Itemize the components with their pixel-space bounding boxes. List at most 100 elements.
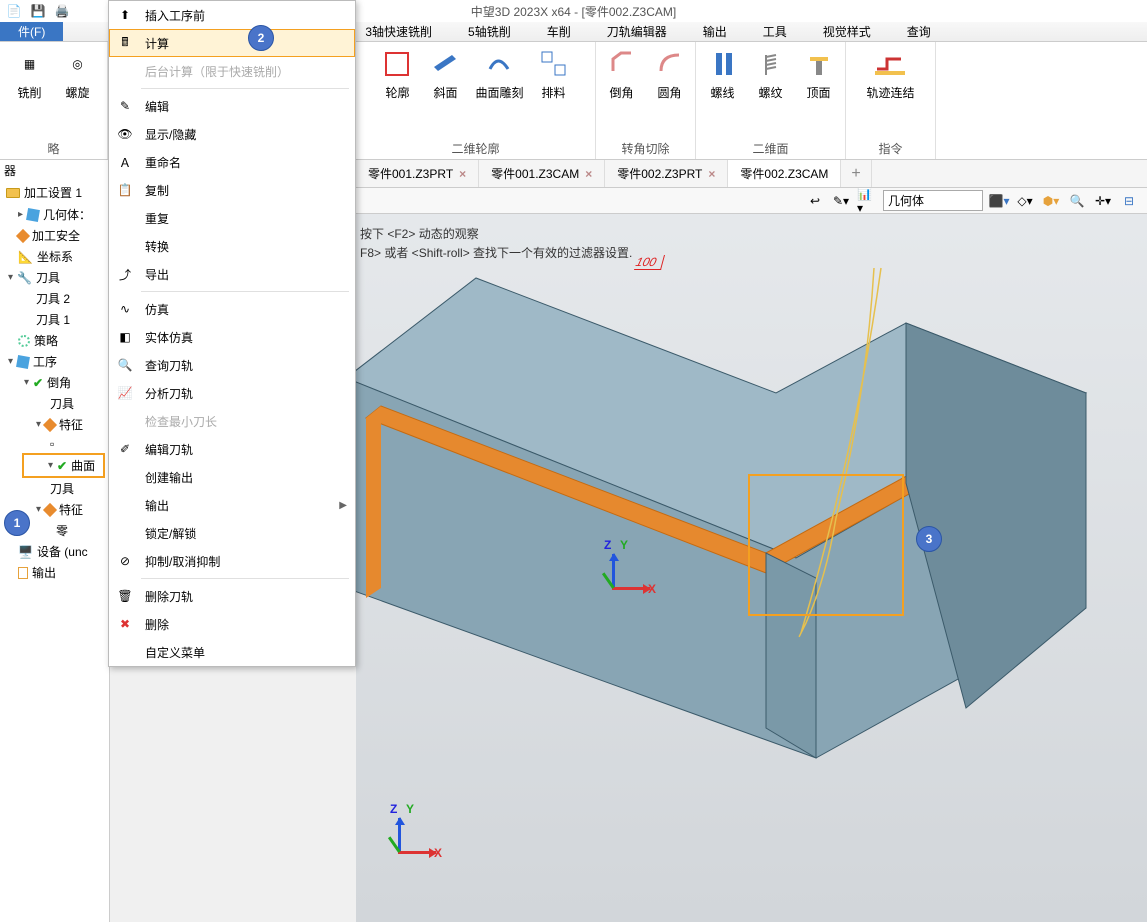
tool-slope[interactable]: 斜面 [427,46,463,101]
ctx-label: 复制 [145,182,169,199]
tool-chamfer[interactable]: 倒角 [604,46,640,101]
filter-select[interactable]: 几何体 [883,190,983,211]
doc-tab-active[interactable]: 零件002.Z3CAM [728,160,841,187]
ctx-输出[interactable]: 输出▶ [109,491,355,519]
ctx-插入工序前[interactable]: ⬆插入工序前 [109,1,355,29]
ctx-显示/隐藏[interactable]: 👁显示/隐藏 [109,120,355,148]
context-menu: ⬆插入工序前🖩计算后台计算（限于快速铣削） ✎编辑👁显示/隐藏Ａ重命名 📋 复制重复转… [108,0,356,667]
ctx-编辑刀轨[interactable]: ✐编辑刀轨 [109,435,355,463]
menu-5axis[interactable]: 5轴铣削 [450,22,529,41]
edit-icon: ✎ [115,96,135,116]
qat-save-icon[interactable]: 💾 [28,1,48,21]
ctx-计算[interactable]: 🖩计算 [109,29,355,57]
cube-icon [16,355,30,369]
ctx-label: 插入工序前 [145,7,205,24]
vp-zoom-icon[interactable]: 🔍 [1067,191,1087,211]
doc-tab[interactable]: 零件001.Z3CAM× [479,160,605,187]
doc-tab[interactable]: 零件001.Z3PRT× [356,160,479,187]
ctx-抑制/取消抑制[interactable]: ⊘抑制/取消抑制 [109,547,355,575]
vp-wire-icon[interactable]: ◇▾ [1015,191,1035,211]
badge-2: 2 [248,25,274,51]
tool-link[interactable]: 轨迹连结 [866,46,914,101]
ctx-label: 输出 [145,497,169,514]
tree-op-chamfer[interactable]: ▾✔倒角 [0,372,109,393]
ctx-锁定/解锁[interactable]: 锁定/解锁 [109,519,355,547]
tree-op-tool-b[interactable]: 刀具 [0,478,109,499]
ctx-编辑[interactable]: ✎编辑 [109,92,355,120]
menu-query[interactable]: 查询 [889,22,949,41]
tool-engrave[interactable]: 曲面雕刻 [475,46,523,101]
ctx-重复[interactable]: 重复 [109,204,355,232]
query-icon: 🔍 [115,355,135,375]
vp-section-icon[interactable]: ⊟ [1119,191,1139,211]
tool-spiral[interactable]: ◎螺旋 [60,46,96,101]
close-icon[interactable]: × [459,167,466,181]
ctx-自定义菜单[interactable]: 自定义菜单 [109,638,355,666]
tree-op-surface[interactable]: ▾✔曲面 [22,453,105,478]
ctx-检查最小刀长: 检查最小刀长 [109,407,355,435]
vp-in-icon[interactable]: ↩ [805,191,825,211]
tree-device[interactable]: 🖥️设备 (unc [0,541,109,562]
menu-output[interactable]: 输出 [685,22,745,41]
vp-cube-icon[interactable]: ⬛▾ [989,191,1009,211]
menu-toolpath-editor[interactable]: 刀轨编辑器 [589,22,685,41]
tree-csys[interactable]: 📐坐标系 [0,246,109,267]
ctx-导出[interactable]: ⤴导出 [109,260,355,288]
tool-thread[interactable]: 螺纹 [753,46,789,101]
tree-tools-hdr[interactable]: ▾🔧刀具 [0,267,109,288]
tree-tool1[interactable]: 刀具 1 [0,309,109,330]
ctx-复制[interactable]: 📋 复制 [109,176,355,204]
vp-eraser-icon[interactable]: ✎▾ [831,191,851,211]
vp-axes-icon[interactable]: ✛▾ [1093,191,1113,211]
menu-visual-style[interactable]: 视觉样式 [805,22,889,41]
ctx-实体仿真[interactable]: ◧实体仿真 [109,323,355,351]
tool-helix[interactable]: 螺线 [705,46,741,101]
tree-tool2[interactable]: 刀具 2 [0,288,109,309]
add-tab-button[interactable]: + [841,160,871,187]
tree-safety[interactable]: 加工安全 [0,225,109,246]
sim-icon: ∿ [115,299,135,319]
ctx-label: 锁定/解锁 [145,525,196,542]
tree-op-tool-a[interactable]: 刀具 [0,393,109,414]
tool-nesting[interactable]: 排料 [536,46,572,101]
tool-fillet[interactable]: 圆角 [652,46,688,101]
app-title: 中望3D 2023X x64 - [零件002.Z3CAM] [471,3,676,20]
ctx-创建输出[interactable]: 创建输出 [109,463,355,491]
close-icon[interactable]: × [708,167,715,181]
tree-output[interactable]: 输出 [0,562,109,583]
doc-tab[interactable]: 零件002.Z3PRT× [605,160,728,187]
tree-op-feat-leaf[interactable]: ▫ [0,435,109,453]
tool-topface[interactable]: 顶面 [801,46,837,101]
close-icon[interactable]: × [585,167,592,181]
setup-root[interactable]: 加工设置 1 [0,181,109,204]
ctx-重命名[interactable]: Ａ重命名 [109,148,355,176]
ctx-label: 后台计算（限于快速铣削） [145,63,289,80]
ctx-删除[interactable]: ✖删除 [109,610,355,638]
ctx-label: 自定义菜单 [145,644,205,661]
edit-path-icon: ✐ [115,439,135,459]
vp-shade-icon[interactable]: ⬢▾ [1041,191,1061,211]
ctx-label: 检查最小刀长 [145,413,217,430]
viewport[interactable]: ↩ ✎▾ 📊▾ 几何体 ⬛▾ ◇▾ ⬢▾ 🔍 ✛▾ ⊟ 按下 <F2> 动态的观… [356,188,1147,922]
menu-file[interactable]: 件(F) [0,22,63,41]
ctx-删除刀轨[interactable]: 🗑删除刀轨 [109,582,355,610]
tree-strategy[interactable]: 策略 [0,330,109,351]
tree-geometry[interactable]: ▸几何体： [0,204,109,225]
ctx-仿真[interactable]: ∿仿真 [109,295,355,323]
ctx-label: 导出 [145,266,169,283]
tool-profile[interactable]: 轮廓 [379,46,415,101]
qat-print-icon[interactable]: 🖨️ [52,1,72,21]
menu-3axis[interactable]: 3轴快速铣削 [347,22,450,41]
qat-new-icon[interactable]: 📄 [4,1,24,21]
ctx-转换[interactable]: 转换 [109,232,355,260]
menu-turning[interactable]: 车削 [529,22,589,41]
tree-ops-hdr[interactable]: ▾工序 [0,351,109,372]
copy-icon: 📋 [115,180,135,200]
ctx-查询刀轨[interactable]: 🔍查询刀轨 [109,351,355,379]
vp-chart-icon[interactable]: 📊▾ [857,191,877,211]
menu-tools[interactable]: 工具 [745,22,805,41]
tree-op-feat-a[interactable]: ▾特征 [0,414,109,435]
ctx-分析刀轨[interactable]: 📈分析刀轨 [109,379,355,407]
ctx-label: 计算 [145,35,169,52]
tool-mill[interactable]: ▦铣削 [12,46,48,101]
